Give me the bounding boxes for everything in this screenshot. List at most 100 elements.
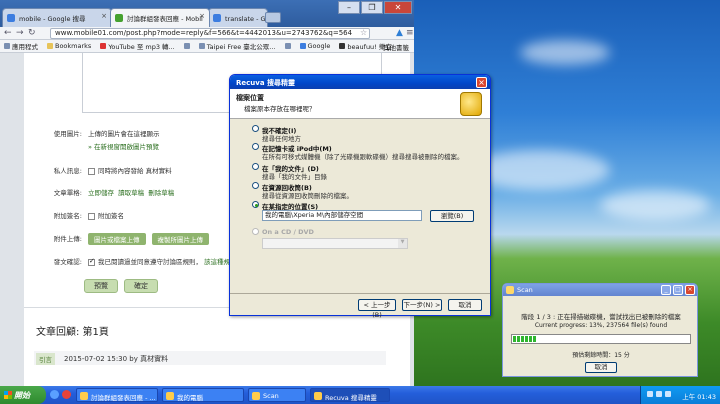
- chevron-down-icon: ▼: [398, 239, 407, 248]
- radio-selected-icon[interactable]: [252, 201, 259, 208]
- taskbar-item-my-computer[interactable]: 我的電腦: [162, 388, 244, 402]
- tab-strip: mobile - Google 搜尋 × 討論群組發表回應 - Mobil × tr…: [0, 0, 414, 27]
- bookmark-icon: [339, 43, 346, 49]
- taskbar-item-scan[interactable]: Scan: [248, 388, 306, 402]
- maximize-button[interactable]: □: [673, 285, 683, 295]
- restore-button[interactable]: ❐: [361, 1, 383, 14]
- apps-icon: [4, 43, 10, 49]
- page-icon: [198, 43, 205, 49]
- tab-google-translate[interactable]: translate - Google 搜尋: [208, 8, 268, 27]
- scan-progress-text: Current progress: 13%, 237564 file(s) fo…: [534, 322, 668, 329]
- location-path-input[interactable]: 我的電腦\Xperia M\內部儲存空間: [262, 210, 422, 221]
- bookmark-star-icon[interactable]: ☆: [360, 28, 367, 37]
- taskbar-item-chrome[interactable]: 討論群組發表回應 - ...: [76, 388, 158, 402]
- close-icon[interactable]: ×: [101, 12, 107, 20]
- forward-icon[interactable]: →: [16, 28, 24, 38]
- wizard-heading: 檔案位置: [236, 94, 264, 102]
- bookmark-blank[interactable]: [284, 43, 291, 49]
- taskbar: 開始 討論群組發表回應 - ... 我的電腦 Scan Recuva 搜尋精靈 …: [0, 386, 720, 404]
- tab-mobile01-reply[interactable]: 討論群組發表回應 - Mobil ×: [110, 8, 210, 27]
- reload-icon[interactable]: ↻: [28, 28, 36, 38]
- browse-button[interactable]: 瀏覽(B): [430, 210, 474, 222]
- tab-google-mobile[interactable]: mobile - Google 搜尋 ×: [2, 8, 112, 27]
- radio-icon[interactable]: [252, 143, 259, 150]
- folder-icon: [47, 43, 53, 49]
- bookmark-bookmarks[interactable]: Bookmarks: [47, 42, 91, 50]
- recuva-icon: [252, 392, 260, 400]
- taskbar-item-recuva[interactable]: Recuva 搜尋精靈: [310, 388, 390, 402]
- chrome-icon: [80, 392, 88, 400]
- reply-meta: 2015-07-02 15:30 by 真材實料: [64, 355, 169, 363]
- system-tray: 上午 01:43: [640, 386, 720, 404]
- progress-segment: [517, 336, 520, 342]
- close-icon[interactable]: ×: [476, 77, 487, 88]
- cancel-button[interactable]: 取消: [448, 299, 482, 311]
- next-button[interactable]: 下一步(N) >: [402, 299, 442, 311]
- progress-fill: [513, 336, 536, 342]
- window-controls: – ❐ ✕: [338, 1, 412, 14]
- wizard-subheading: 檔案原本存放在哪裡呢？: [244, 105, 316, 113]
- cancel-button[interactable]: 取消: [585, 362, 617, 373]
- scan-stage: 階段 1 / 3 : 正在掃描磁碟機，嘗試找出已被刪除的檔案: [521, 313, 681, 321]
- computer-icon: [166, 392, 174, 400]
- bookmark-taipei-free[interactable]: Taipei Free 臺北公眾...: [198, 41, 276, 51]
- copy-image-upload-button[interactable]: 複製所圖片上傳: [151, 233, 209, 245]
- bookmark-google[interactable]: Google: [299, 42, 330, 50]
- bookmark-icon: [100, 43, 107, 49]
- submit-button[interactable]: 確定: [124, 279, 158, 293]
- close-window-button[interactable]: ✕: [384, 1, 412, 14]
- bookmark-youtube-mp3[interactable]: YouTube 至 mp3 轉...: [100, 41, 175, 51]
- recuva-icon: [506, 286, 514, 294]
- page-icon: [284, 43, 291, 49]
- scan-progress-dialog: Scan _ □ × 階段 1 / 3 : 正在掃描磁碟機，嘗試找出已被刪除的檔…: [502, 283, 698, 377]
- signature-checkbox[interactable]: [88, 212, 95, 220]
- close-icon[interactable]: ×: [685, 285, 695, 295]
- back-button[interactable]: < 上一步(B): [358, 299, 396, 319]
- mobile01-icon: [115, 14, 123, 22]
- open-preview-link[interactable]: » 在新視窗開啟圖片預覽: [88, 141, 159, 151]
- new-tab-button[interactable]: [265, 12, 281, 23]
- clock: 上午 01:43: [682, 393, 716, 401]
- radio-icon[interactable]: [252, 125, 259, 132]
- radio-icon[interactable]: [252, 182, 259, 189]
- progress-segment: [525, 336, 528, 342]
- google-icon: [213, 14, 221, 22]
- progress-segment: [513, 336, 516, 342]
- send-pm-checkbox[interactable]: [88, 167, 95, 175]
- cd-drive-select[interactable]: ▼: [262, 238, 408, 249]
- other-bookmarks[interactable]: 其他書籤: [383, 42, 409, 52]
- drive-icon[interactable]: ▲: [396, 28, 403, 38]
- load-draft-link[interactable]: 讀取草稿: [118, 189, 144, 197]
- radio-icon[interactable]: [252, 228, 259, 235]
- quote-button[interactable]: 引言: [36, 353, 55, 365]
- chrome-icon[interactable]: [62, 390, 71, 399]
- progress-segment: [521, 336, 524, 342]
- preview-button[interactable]: 預覽: [84, 279, 118, 293]
- minimize-button[interactable]: _: [661, 285, 671, 295]
- upload-file-button[interactable]: 圖片或檔案上傳: [88, 233, 146, 245]
- url-input[interactable]: www.mobile01.com/post.php?mode=reply&f=5…: [50, 28, 370, 39]
- network-icon[interactable]: [647, 391, 653, 397]
- back-icon[interactable]: ←: [4, 28, 12, 38]
- agree-rules-checkbox[interactable]: [88, 257, 95, 266]
- desktop-cloud: [600, 190, 710, 220]
- radio-icon[interactable]: [252, 163, 259, 170]
- start-button[interactable]: 開始: [0, 386, 46, 404]
- dialog-title: Recuva 搜尋精靈: [230, 75, 490, 89]
- recuva-logo-icon: [460, 92, 482, 116]
- delete-draft-link[interactable]: 刪除草稿: [148, 189, 174, 197]
- bookmark-blank[interactable]: [183, 43, 190, 49]
- divider: [230, 293, 490, 294]
- desktop-cloud: [470, 150, 610, 190]
- menu-icon[interactable]: ≡: [406, 28, 414, 38]
- progress-segment: [533, 336, 536, 342]
- minimize-button[interactable]: –: [338, 1, 360, 14]
- volume-icon[interactable]: [656, 391, 662, 397]
- shield-icon[interactable]: [665, 391, 671, 397]
- save-draft-link[interactable]: 立即儲存: [88, 189, 114, 197]
- close-icon[interactable]: ×: [199, 12, 205, 20]
- bookmark-apps[interactable]: 應用程式: [4, 41, 38, 51]
- recuva-wizard-dialog: Recuva 搜尋精靈 × 檔案位置 檔案原本存放在哪裡呢？ 我不確定(I) 搜尋…: [229, 74, 491, 319]
- google-icon: [7, 14, 15, 22]
- ie-icon[interactable]: [50, 390, 59, 399]
